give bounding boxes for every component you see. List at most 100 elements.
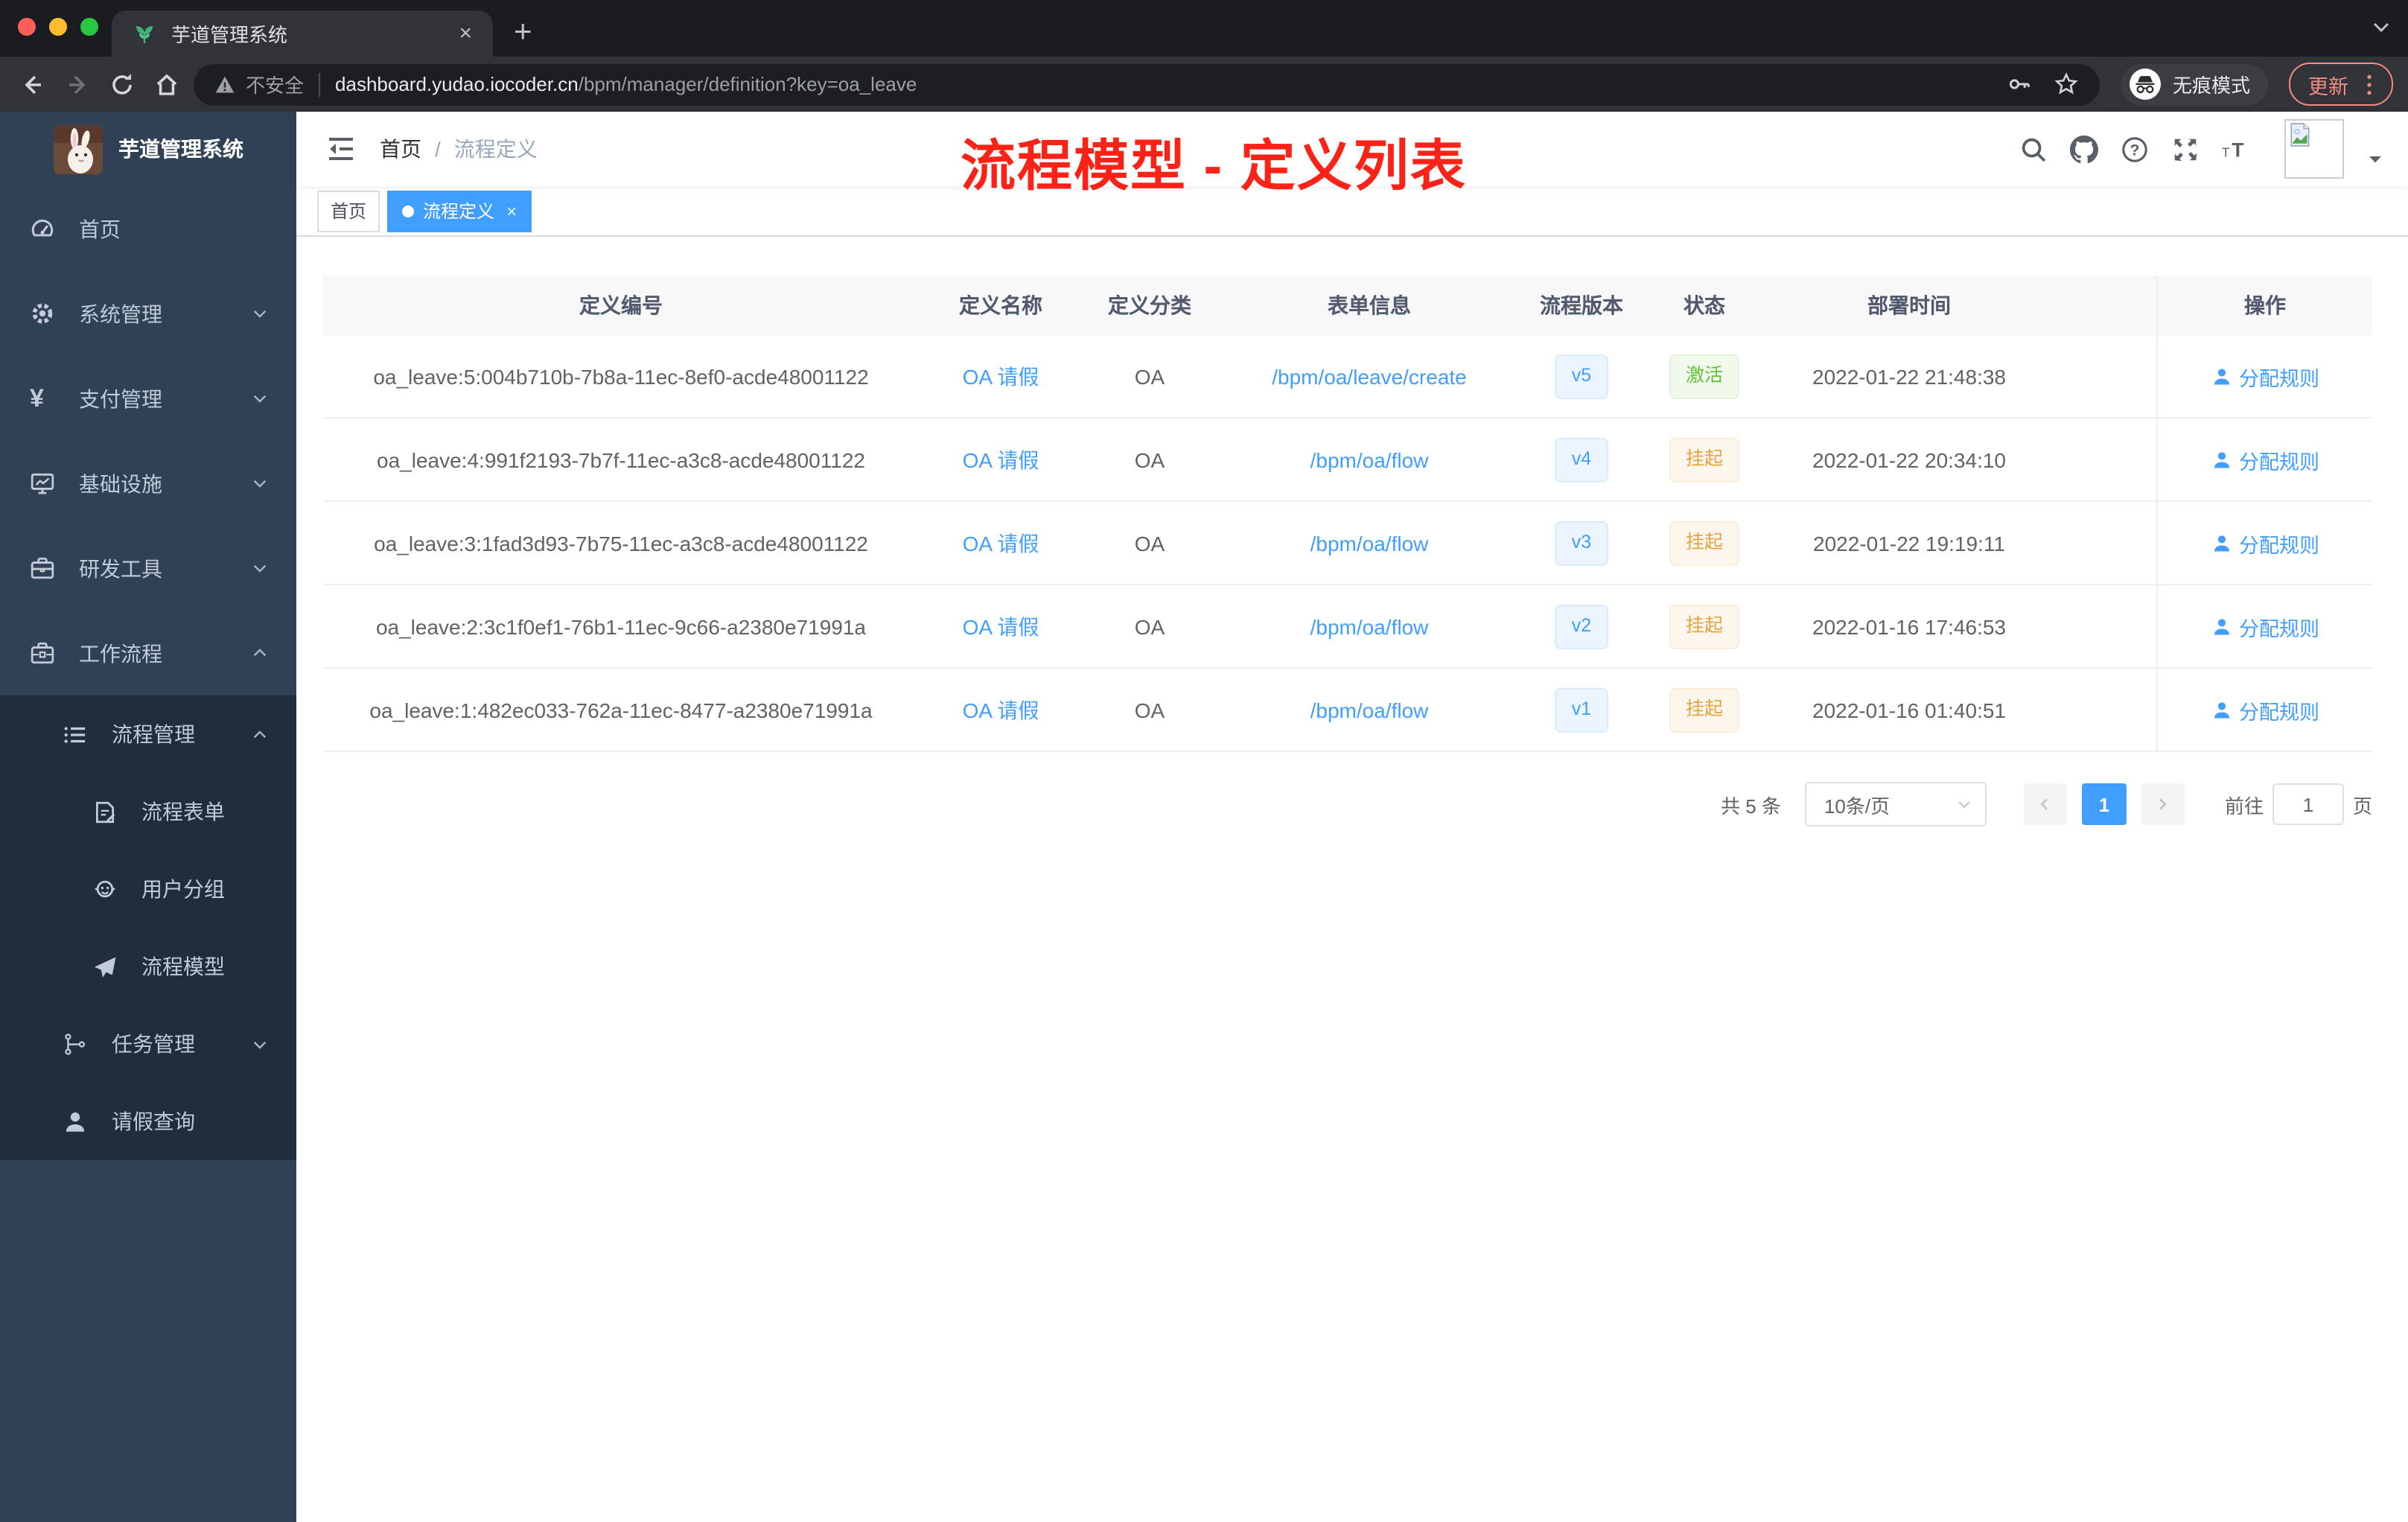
- svg-text:T: T: [2222, 145, 2230, 159]
- column-filler: [2051, 276, 2156, 335]
- sidebar-item-system-management[interactable]: 系统管理: [0, 271, 296, 356]
- page-size-select[interactable]: 10条/页: [1804, 782, 1987, 827]
- sidebar-item-label: 流程模型: [141, 955, 225, 978]
- version-badge: v1: [1555, 687, 1608, 732]
- sidebar-item-leave-query[interactable]: 请假查询: [0, 1083, 296, 1160]
- tag-process-definition[interactable]: 流程定义 ×: [387, 190, 532, 232]
- sidebar-item-process-model[interactable]: 流程模型: [0, 928, 296, 1005]
- definition-name-link[interactable]: OA 请假: [963, 445, 1039, 474]
- sidebar-item-process-form[interactable]: 流程表单: [0, 773, 296, 850]
- caret-down-icon[interactable]: [2366, 150, 2384, 168]
- key-icon[interactable]: [2007, 71, 2033, 97]
- page-size-value: 10条/页: [1823, 795, 1891, 817]
- tag-home[interactable]: 首页: [317, 190, 380, 232]
- browser-tab[interactable]: 芋道管理系统 ×: [112, 10, 493, 57]
- pagination-goto: 前往 1 页: [2225, 783, 2372, 825]
- breadcrumb: 首页 / 流程定义: [380, 134, 538, 164]
- avatar[interactable]: [2284, 119, 2344, 179]
- tag-close-icon[interactable]: ×: [506, 200, 517, 221]
- warning-icon: [214, 74, 235, 95]
- tree-icon: [63, 1031, 88, 1057]
- chevron-down-icon: [250, 304, 270, 323]
- tab-close-icon[interactable]: ×: [453, 21, 478, 46]
- monitor-icon: [30, 471, 55, 496]
- forward-icon[interactable]: [60, 66, 95, 102]
- sidebar-item-label: 系统管理: [79, 302, 162, 325]
- version-badge: v5: [1555, 354, 1608, 398]
- minimize-window-button[interactable]: [49, 18, 67, 36]
- briefcase-icon: [30, 555, 55, 581]
- app-logo[interactable]: 芋道管理系统: [0, 112, 296, 186]
- sidebar-item-dev-tools[interactable]: 研发工具: [0, 526, 296, 611]
- chevron-up-icon: [250, 725, 270, 744]
- sidebar-item-user-group[interactable]: 用户分组: [0, 850, 296, 928]
- page-number-button[interactable]: 1: [2081, 783, 2127, 825]
- sidebar-item-process-management[interactable]: 流程管理: [0, 695, 296, 773]
- menu-dots-icon[interactable]: [2359, 72, 2380, 96]
- definition-name-link[interactable]: OA 请假: [963, 695, 1039, 725]
- sidebar-item-payment-management[interactable]: ¥ 支付管理: [0, 356, 296, 441]
- row-filler: [2051, 502, 2156, 584]
- sidebar-item-label: 基础设施: [79, 471, 162, 495]
- column-header: 定义名称: [959, 293, 1042, 317]
- definition-category: OA: [1134, 614, 1165, 638]
- goto-label: 前往: [2224, 795, 2264, 817]
- breadcrumb-home[interactable]: 首页: [380, 134, 421, 164]
- question-icon[interactable]: ?: [2121, 135, 2149, 163]
- hamburger-icon[interactable]: [326, 134, 356, 164]
- window-controls: [18, 18, 98, 36]
- maximize-window-button[interactable]: [80, 18, 98, 36]
- address-bar[interactable]: 不安全 dashboard.yudao.iocoder.cn /bpm/mana…: [194, 63, 2100, 105]
- fullscreen-icon[interactable]: [2171, 135, 2200, 163]
- tab-search-chevron-icon[interactable]: [2369, 15, 2393, 39]
- definition-name-link[interactable]: OA 请假: [963, 361, 1039, 391]
- sidebar-item-infrastructure[interactable]: 基础设施: [0, 441, 296, 526]
- assign-rule-link[interactable]: 分配规则: [2211, 361, 2319, 391]
- sidebar-item-label: 用户分组: [141, 877, 225, 901]
- size-icon[interactable]: TT: [2222, 135, 2250, 163]
- goto-page-input[interactable]: 1: [2272, 783, 2344, 825]
- url-host: dashboard.yudao.iocoder.cn: [335, 73, 579, 95]
- assign-rule-link[interactable]: 分配规则: [2211, 445, 2319, 474]
- chevron-left-icon: [2036, 795, 2054, 813]
- sidebar-item-task-management[interactable]: 任务管理: [0, 1005, 296, 1083]
- incognito-label: 无痕模式: [2172, 74, 2250, 97]
- back-icon[interactable]: [15, 66, 51, 102]
- page-annotation: 流程模型 - 定义列表: [961, 136, 1467, 197]
- chrome-update-button[interactable]: 更新: [2289, 63, 2393, 106]
- gauge-icon: [30, 216, 55, 241]
- prev-page-button[interactable]: [2023, 783, 2067, 825]
- close-window-button[interactable]: [18, 18, 36, 36]
- reload-icon[interactable]: [104, 66, 140, 102]
- people-icon: [92, 876, 118, 902]
- form-link[interactable]: /bpm/oa/flow: [1310, 614, 1429, 638]
- definition-name-link[interactable]: OA 请假: [963, 611, 1039, 641]
- form-link[interactable]: /bpm/oa/flow: [1310, 531, 1429, 555]
- list-icon: [63, 722, 88, 747]
- sidebar-item-home[interactable]: 首页: [0, 186, 296, 271]
- assign-rule-link[interactable]: 分配规则: [2211, 695, 2319, 725]
- sidebar-item-workflow[interactable]: 工作流程: [0, 611, 296, 695]
- logo-avatar: [53, 124, 102, 173]
- definition-name-link[interactable]: OA 请假: [963, 528, 1039, 558]
- yen-icon: ¥: [30, 384, 44, 413]
- chevron-down-icon: [250, 474, 270, 493]
- github-icon[interactable]: [2070, 135, 2098, 163]
- assign-rule-link[interactable]: 分配规则: [2211, 611, 2319, 641]
- home-icon[interactable]: [149, 66, 185, 102]
- chevron-down-icon: [250, 389, 270, 408]
- sidebar-item-label: 任务管理: [112, 1032, 195, 1056]
- search-icon[interactable]: [2019, 135, 2048, 163]
- new-tab-button[interactable]: +: [493, 16, 553, 57]
- assign-rule-link[interactable]: 分配规则: [2211, 528, 2319, 558]
- column-header: 状态: [1684, 293, 1725, 317]
- chevron-down-icon: [250, 558, 270, 578]
- form-link[interactable]: /bpm/oa/flow: [1310, 448, 1429, 471]
- star-icon[interactable]: [2054, 71, 2079, 97]
- form-link[interactable]: /bpm/oa/flow: [1310, 698, 1429, 722]
- tag-home-label: 首页: [331, 201, 367, 222]
- deploy-time: 2022-01-22 20:34:10: [1812, 448, 2006, 471]
- table-row: oa_leave:4:991f2193-7b7f-11ec-a3c8-acde4…: [323, 418, 2372, 502]
- form-link[interactable]: /bpm/oa/leave/create: [1272, 364, 1467, 388]
- next-page-button[interactable]: [2141, 783, 2185, 825]
